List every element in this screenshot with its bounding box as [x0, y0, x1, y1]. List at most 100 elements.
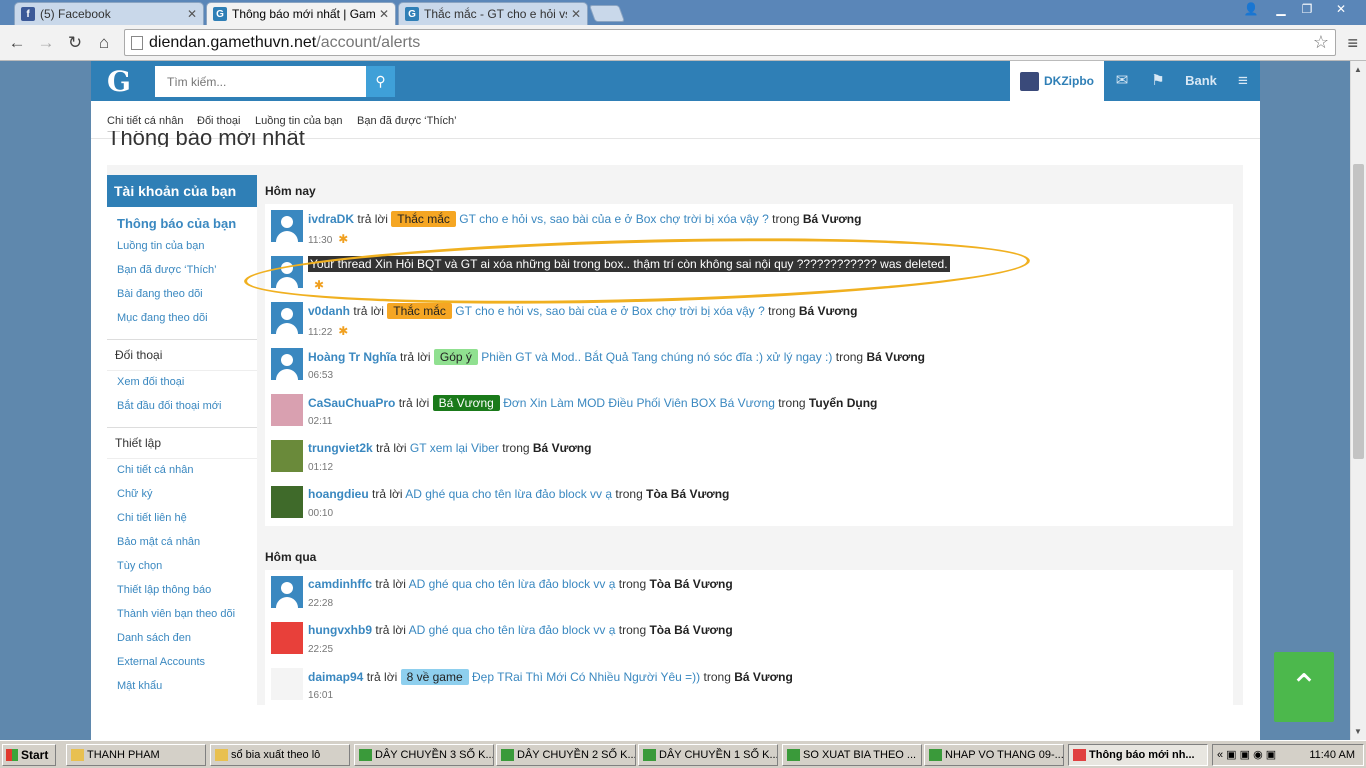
alert-username[interactable]: hoangdieu: [308, 487, 369, 501]
alert-username[interactable]: hungvxhb9: [308, 623, 372, 637]
alert-text: trungviet2k trả lời GT xem lại Viber tro…: [308, 441, 591, 455]
tab-facebook[interactable]: f (5) Facebook ✕: [14, 2, 204, 25]
alert-username[interactable]: CaSauChuaPro: [308, 396, 395, 410]
alert-username[interactable]: camdinhffc: [308, 577, 372, 591]
tray-icons[interactable]: « ▣ ▣ ◉ ▣: [1213, 745, 1276, 765]
site-logo[interactable]: G: [107, 65, 131, 98]
taskbar-item[interactable]: sổ bia xuất theo lô: [210, 744, 350, 766]
sidebar-item-preferences[interactable]: Tùy chọn: [107, 555, 257, 579]
alert-thread-link[interactable]: GT xem lại Viber: [410, 441, 499, 455]
profile-icon[interactable]: 👤: [1238, 0, 1264, 18]
sidebar-settings-head: Thiết lập: [107, 427, 257, 459]
taskbar-item[interactable]: DÂY CHUYỀN 1 SỐ K...: [638, 744, 778, 766]
avatar[interactable]: [271, 440, 303, 472]
hamburger-icon[interactable]: ≡: [1233, 61, 1253, 101]
subnav-likes[interactable]: Bạn đã được ‘Thích’: [357, 115, 457, 127]
sidebar-item-alert-preferences[interactable]: Thiết lập thông báo: [107, 579, 257, 603]
alert-thread-link[interactable]: Đơn Xin Làm MOD Điều Phối Viên BOX Bá Vư…: [503, 396, 775, 410]
scrollbar-thumb[interactable]: [1353, 164, 1364, 459]
alert-text: Your thread Xin Hỏi BQT và GT ai xóa nhữ…: [308, 256, 950, 272]
sidebar-item-external-accounts[interactable]: External Accounts: [107, 651, 257, 675]
sidebar-item-news-feed[interactable]: Luồng tin của bạn: [107, 235, 257, 259]
taskbar-item[interactable]: THANH PHAM: [66, 744, 206, 766]
sidebar-item-following[interactable]: Thành viên bạn theo dõi: [107, 603, 257, 627]
alert-thread-link[interactable]: GT cho e hỏi vs, sao bài của e ở Box chợ…: [459, 212, 769, 226]
scroll-up-icon[interactable]: ▲: [1354, 65, 1362, 74]
restore-button[interactable]: ❐: [1294, 0, 1320, 18]
new-tab-button[interactable]: [588, 5, 626, 22]
sidebar-item-privacy[interactable]: Bảo mật cá nhân: [107, 531, 257, 555]
address-bar[interactable]: diendan.gamethuvn.net/account/alerts ☆: [124, 29, 1336, 56]
alert-username[interactable]: v0danh: [308, 304, 350, 318]
alert-text: hungvxhb9 trả lời AD ghé qua cho tên lừa…: [308, 623, 733, 637]
alert-username[interactable]: daimap94: [308, 670, 363, 684]
sidebar-item-view-conversations[interactable]: Xem đối thoại: [107, 371, 257, 395]
close-icon[interactable]: ✕: [187, 7, 197, 21]
taskbar-item[interactable]: Thông báo mới nh...: [1068, 744, 1208, 766]
avatar[interactable]: [271, 394, 303, 426]
in-word: trong: [768, 304, 796, 318]
sidebar-item-start-conversation[interactable]: Bắt đầu đối thoại mới: [107, 395, 257, 419]
avatar[interactable]: [271, 622, 303, 654]
avatar[interactable]: [271, 486, 303, 518]
minimize-button[interactable]: ▁: [1268, 0, 1294, 18]
alert-username[interactable]: trungviet2k: [308, 441, 373, 455]
user-menu[interactable]: DKZipbo: [1010, 61, 1104, 101]
scroll-down-icon[interactable]: ▼: [1354, 727, 1362, 736]
avatar[interactable]: [271, 210, 303, 242]
subnav-personal-details[interactable]: Chi tiết cá nhân: [107, 115, 183, 127]
subnav-news-feed[interactable]: Luồng tin của bạn: [255, 115, 342, 127]
close-icon[interactable]: ✕: [571, 7, 581, 21]
alert-username[interactable]: Hoàng Tr Nghĩa: [308, 350, 397, 364]
alert-username[interactable]: ivdraDK: [308, 212, 354, 226]
list-item: ivdraDK trả lời Thắc mắc GT cho e hỏi vs…: [265, 204, 1233, 250]
sidebar-item-contact-details[interactable]: Chi tiết liên hệ: [107, 507, 257, 531]
sidebar-item-watched-forums[interactable]: Mục đang theo dõi: [107, 307, 257, 331]
sidebar-item-signature[interactable]: Chữ ký: [107, 483, 257, 507]
new-alert-icon: ✱: [338, 232, 349, 246]
avatar[interactable]: [271, 302, 303, 334]
subnav-conversations[interactable]: Đối thoại: [197, 115, 240, 127]
alert-thread-link[interactable]: Đẹp TRai Thì Mới Có Nhiều Người Yêu =)): [472, 670, 700, 684]
envelope-icon[interactable]: ✉: [1112, 61, 1132, 101]
alert-time: 11:30 ✱: [308, 232, 348, 246]
reload-icon[interactable]: ↻: [64, 32, 86, 54]
start-button[interactable]: Start: [2, 744, 56, 766]
alert-thread-link[interactable]: AD ghé qua cho tên lừa đảo block vv ạ: [409, 623, 616, 637]
tab-alerts[interactable]: G Thông báo mới nhất | Game t ✕: [206, 2, 396, 25]
home-icon[interactable]: ⌂: [93, 32, 115, 54]
avatar[interactable]: [271, 576, 303, 608]
bank-link[interactable]: Bank: [1181, 61, 1221, 101]
sidebar-item-ignored[interactable]: Danh sách đen: [107, 627, 257, 651]
alert-thread-link[interactable]: AD ghé qua cho tên lừa đảo block vv ạ: [409, 577, 616, 591]
sidebar-item-password[interactable]: Mật khẩu: [107, 675, 257, 699]
sidebar-item-personal-details[interactable]: Chi tiết cá nhân: [107, 459, 257, 483]
tab-thac-mac[interactable]: G Thắc mắc - GT cho e hỏi vs, s ✕: [398, 2, 588, 25]
search-icon[interactable]: ⚲: [366, 66, 395, 97]
forward-icon[interactable]: →: [35, 32, 57, 54]
taskbar-item[interactable]: DÂY CHUYỀN 3 SỐ K...: [354, 744, 494, 766]
alert-thread-link[interactable]: Phiền GT và Mod.. Bắt Quả Tang chúng nó …: [481, 350, 832, 364]
alerts-list-yesterday: camdinhffc trả lời AD ghé qua cho tên lừ…: [265, 570, 1233, 708]
scroll-to-top-button[interactable]: ⌃: [1274, 652, 1334, 722]
window-close-button[interactable]: ✕: [1328, 0, 1354, 18]
sidebar-item-likes[interactable]: Bạn đã được ‘Thích’: [107, 259, 257, 283]
back-icon[interactable]: ←: [6, 32, 28, 54]
browser-menu-icon[interactable]: ≡: [1347, 33, 1358, 54]
sidebar-item-watched-threads[interactable]: Bài đang theo dõi: [107, 283, 257, 307]
alert-thread-link[interactable]: AD ghé qua cho tên lừa đảo block vv ạ: [405, 487, 612, 501]
alert-thread-link[interactable]: GT cho e hỏi vs, sao bài của e ở Box chợ…: [455, 304, 765, 318]
avatar[interactable]: [271, 256, 303, 288]
taskbar-item[interactable]: DÂY CHUYỀN 2 SỐ K...: [496, 744, 636, 766]
sidebar-item-alerts[interactable]: Thông báo của bạn: [107, 211, 257, 235]
close-icon[interactable]: ✕: [379, 7, 389, 21]
avatar[interactable]: [271, 348, 303, 380]
alert-text: daimap94 trả lời 8 về game Đẹp TRai Thì …: [308, 669, 793, 685]
page-scrollbar[interactable]: ▲ ▼: [1350, 61, 1366, 740]
taskbar-item[interactable]: SO XUAT BIA THEO ...: [782, 744, 922, 766]
avatar[interactable]: [271, 668, 303, 700]
search-input[interactable]: [155, 66, 366, 97]
flag-icon[interactable]: ⚑: [1148, 61, 1168, 101]
bookmark-star-icon[interactable]: ☆: [1313, 30, 1329, 55]
taskbar-item[interactable]: NHAP VO THANG 09-...: [924, 744, 1064, 766]
